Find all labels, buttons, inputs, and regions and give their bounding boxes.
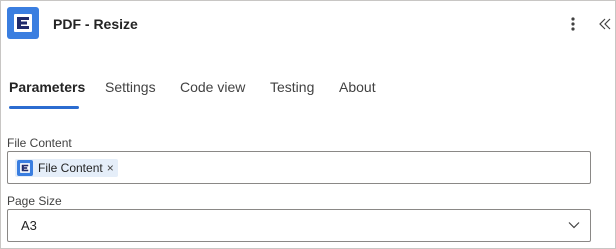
file-content-input[interactable]: File Content × [7,151,591,184]
more-vertical-icon [571,17,575,31]
active-tab-indicator [9,106,79,109]
page-size-dropdown[interactable]: A3 [7,209,591,242]
pdf-app-icon [7,7,39,39]
pdf-app-icon [17,160,33,176]
token-remove-icon[interactable]: × [107,161,114,175]
page-size-label: Page Size [7,194,62,208]
tab-about[interactable]: About [339,79,376,95]
collapse-panel-button[interactable] [595,13,615,35]
double-chevron-left-icon [599,18,611,30]
panel-title: PDF - Resize [53,16,138,32]
action-panel: PDF - Resize Parameters Settings Code vi… [0,0,616,249]
file-content-token[interactable]: File Content × [15,159,118,177]
pdf-logo-glyph [14,14,32,32]
more-options-button[interactable] [563,13,583,35]
file-content-label: File Content [7,136,72,150]
tab-code-view[interactable]: Code view [180,79,245,95]
tab-parameters[interactable]: Parameters [9,79,85,95]
panel-header: PDF - Resize [7,7,615,41]
chevron-down-icon [568,222,580,229]
token-label: File Content [38,161,103,175]
tab-settings[interactable]: Settings [105,79,156,95]
tab-testing[interactable]: Testing [270,79,314,95]
page-size-value: A3 [21,218,37,233]
